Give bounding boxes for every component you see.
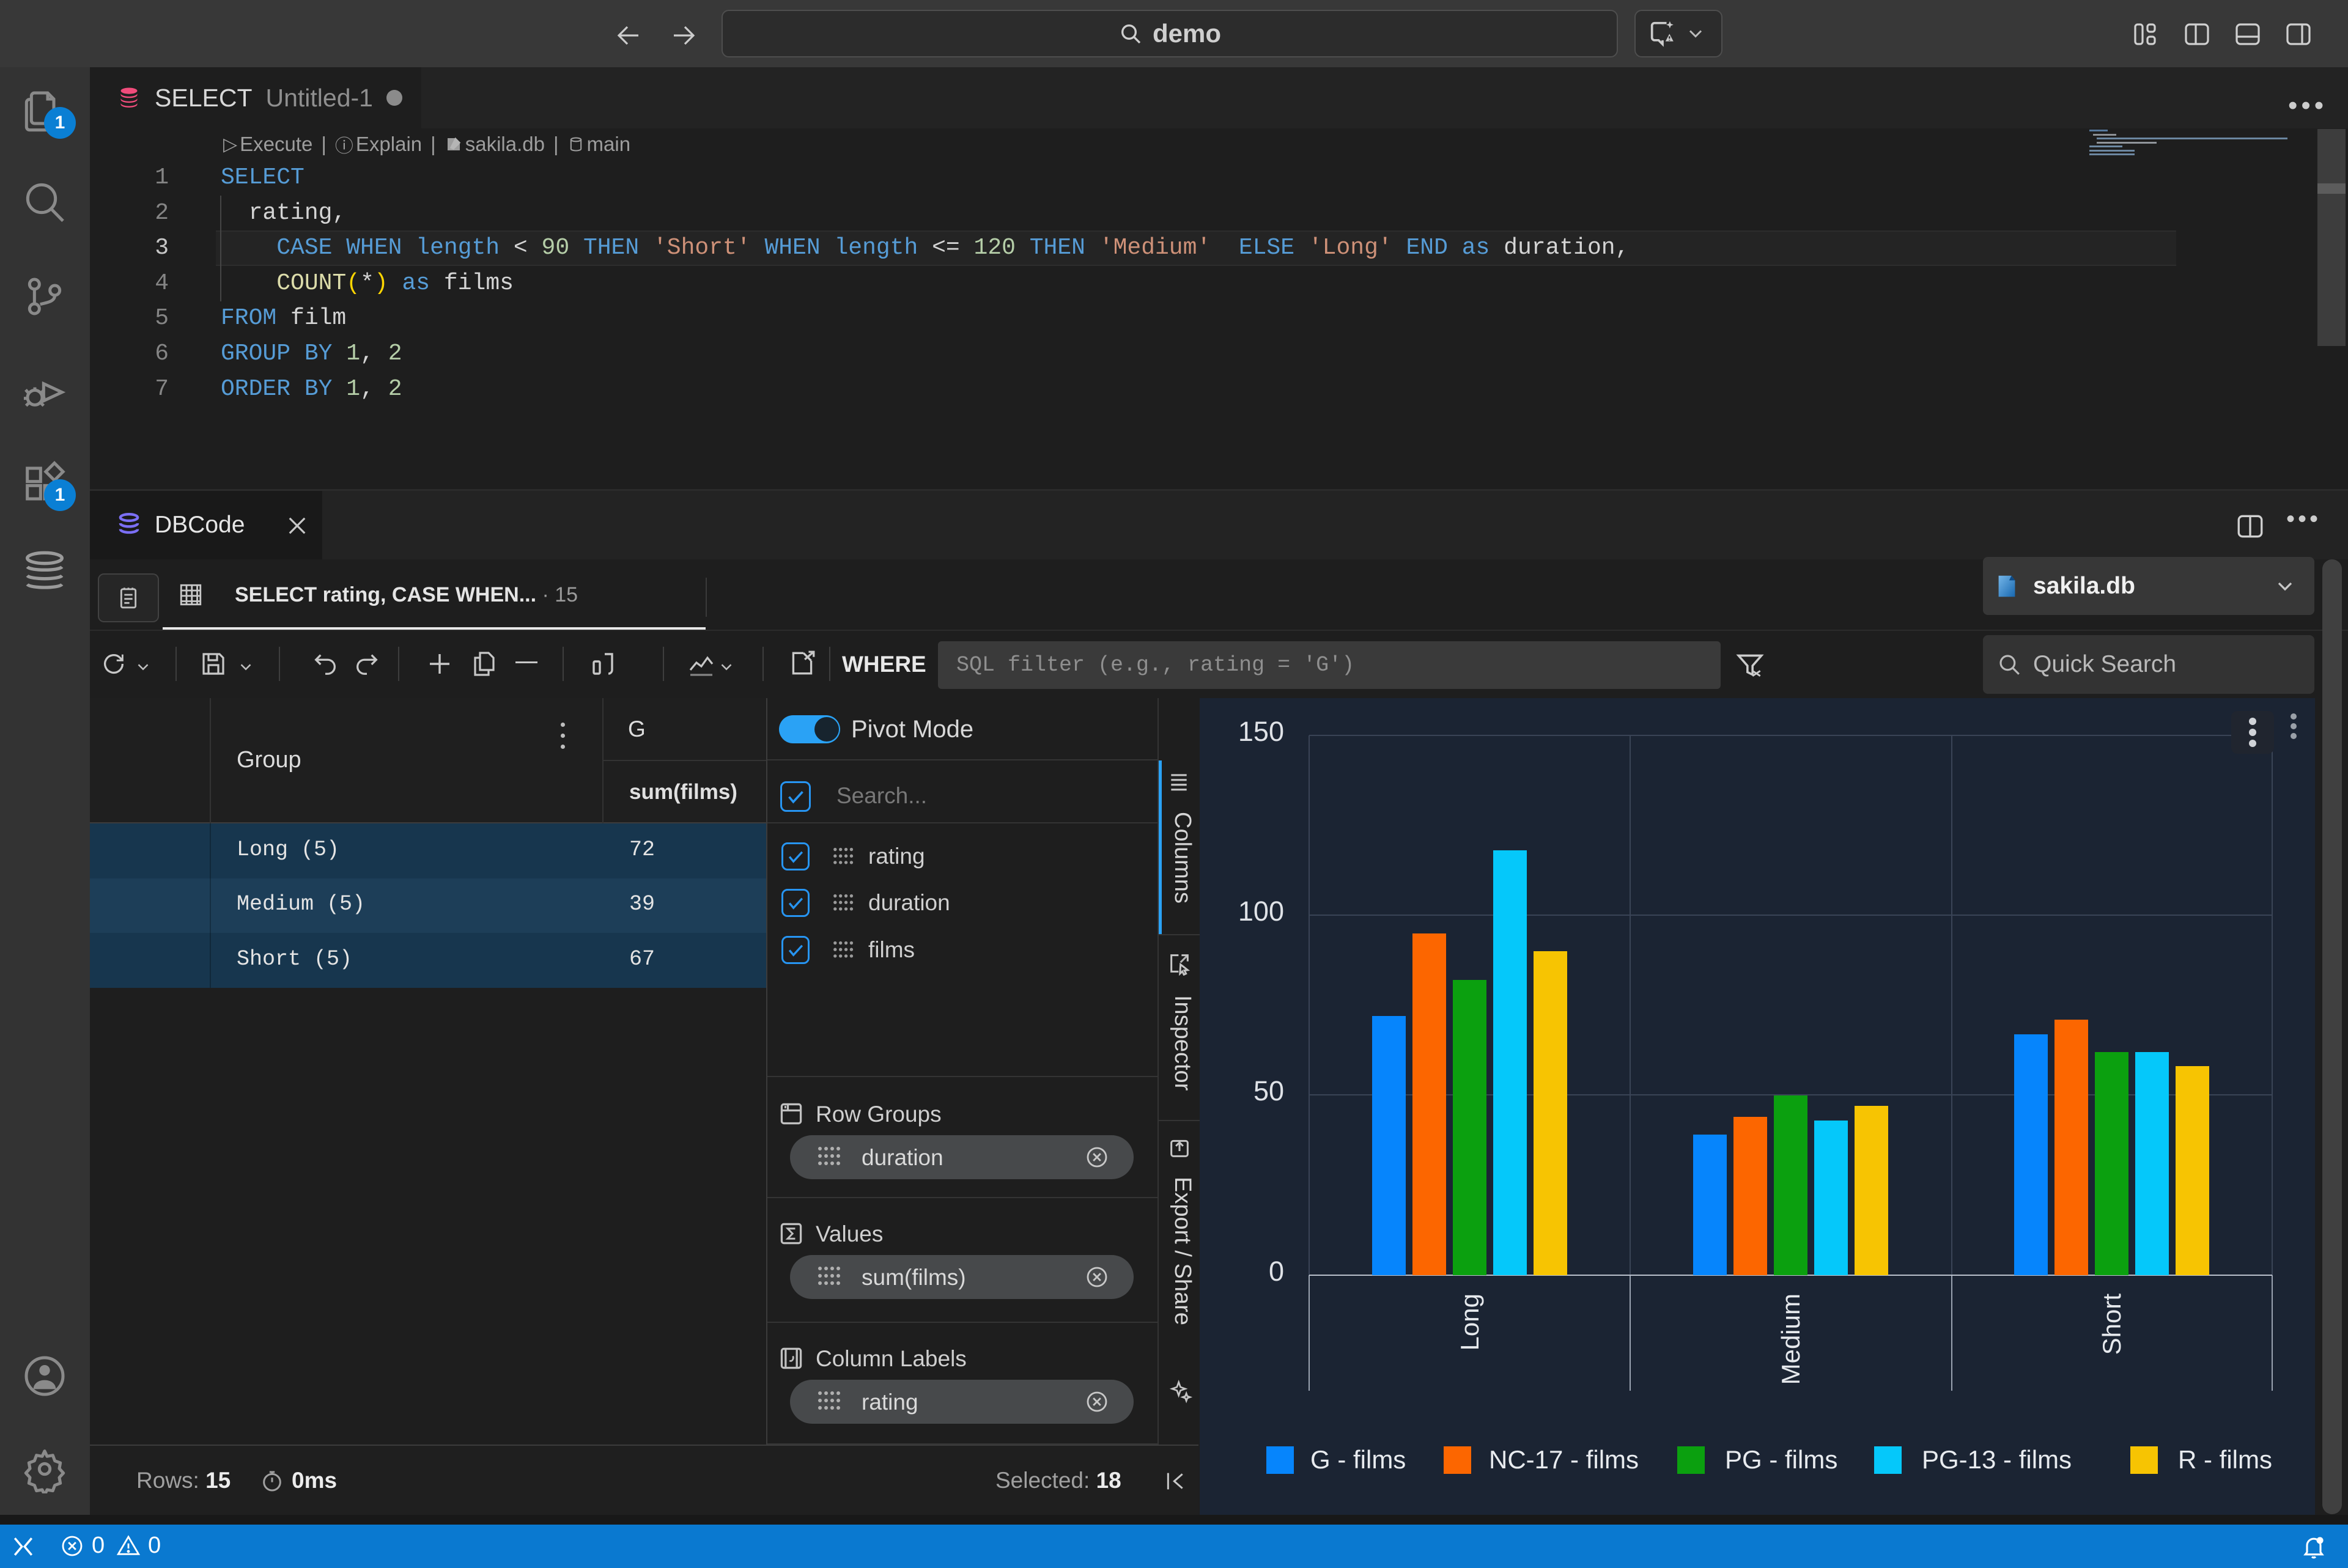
svg-text:100: 100 (1238, 896, 1284, 927)
svg-text:Medium: Medium (1776, 1294, 1805, 1385)
svg-text:0: 0 (1269, 1256, 1284, 1287)
svg-text:50: 50 (1253, 1075, 1284, 1106)
svg-text:NC-17 - films: NC-17 - films (1489, 1445, 1639, 1474)
svg-text:G - films: G - films (1310, 1445, 1406, 1474)
svg-text:PG-13 - films: PG-13 - films (1922, 1445, 2072, 1474)
svg-text:R - films: R - films (2178, 1445, 2272, 1474)
svg-text:150: 150 (1238, 716, 1284, 747)
svg-text:PG - films: PG - films (1725, 1445, 1837, 1474)
svg-text:Long: Long (1455, 1294, 1484, 1350)
svg-text:Short: Short (2097, 1294, 2126, 1355)
